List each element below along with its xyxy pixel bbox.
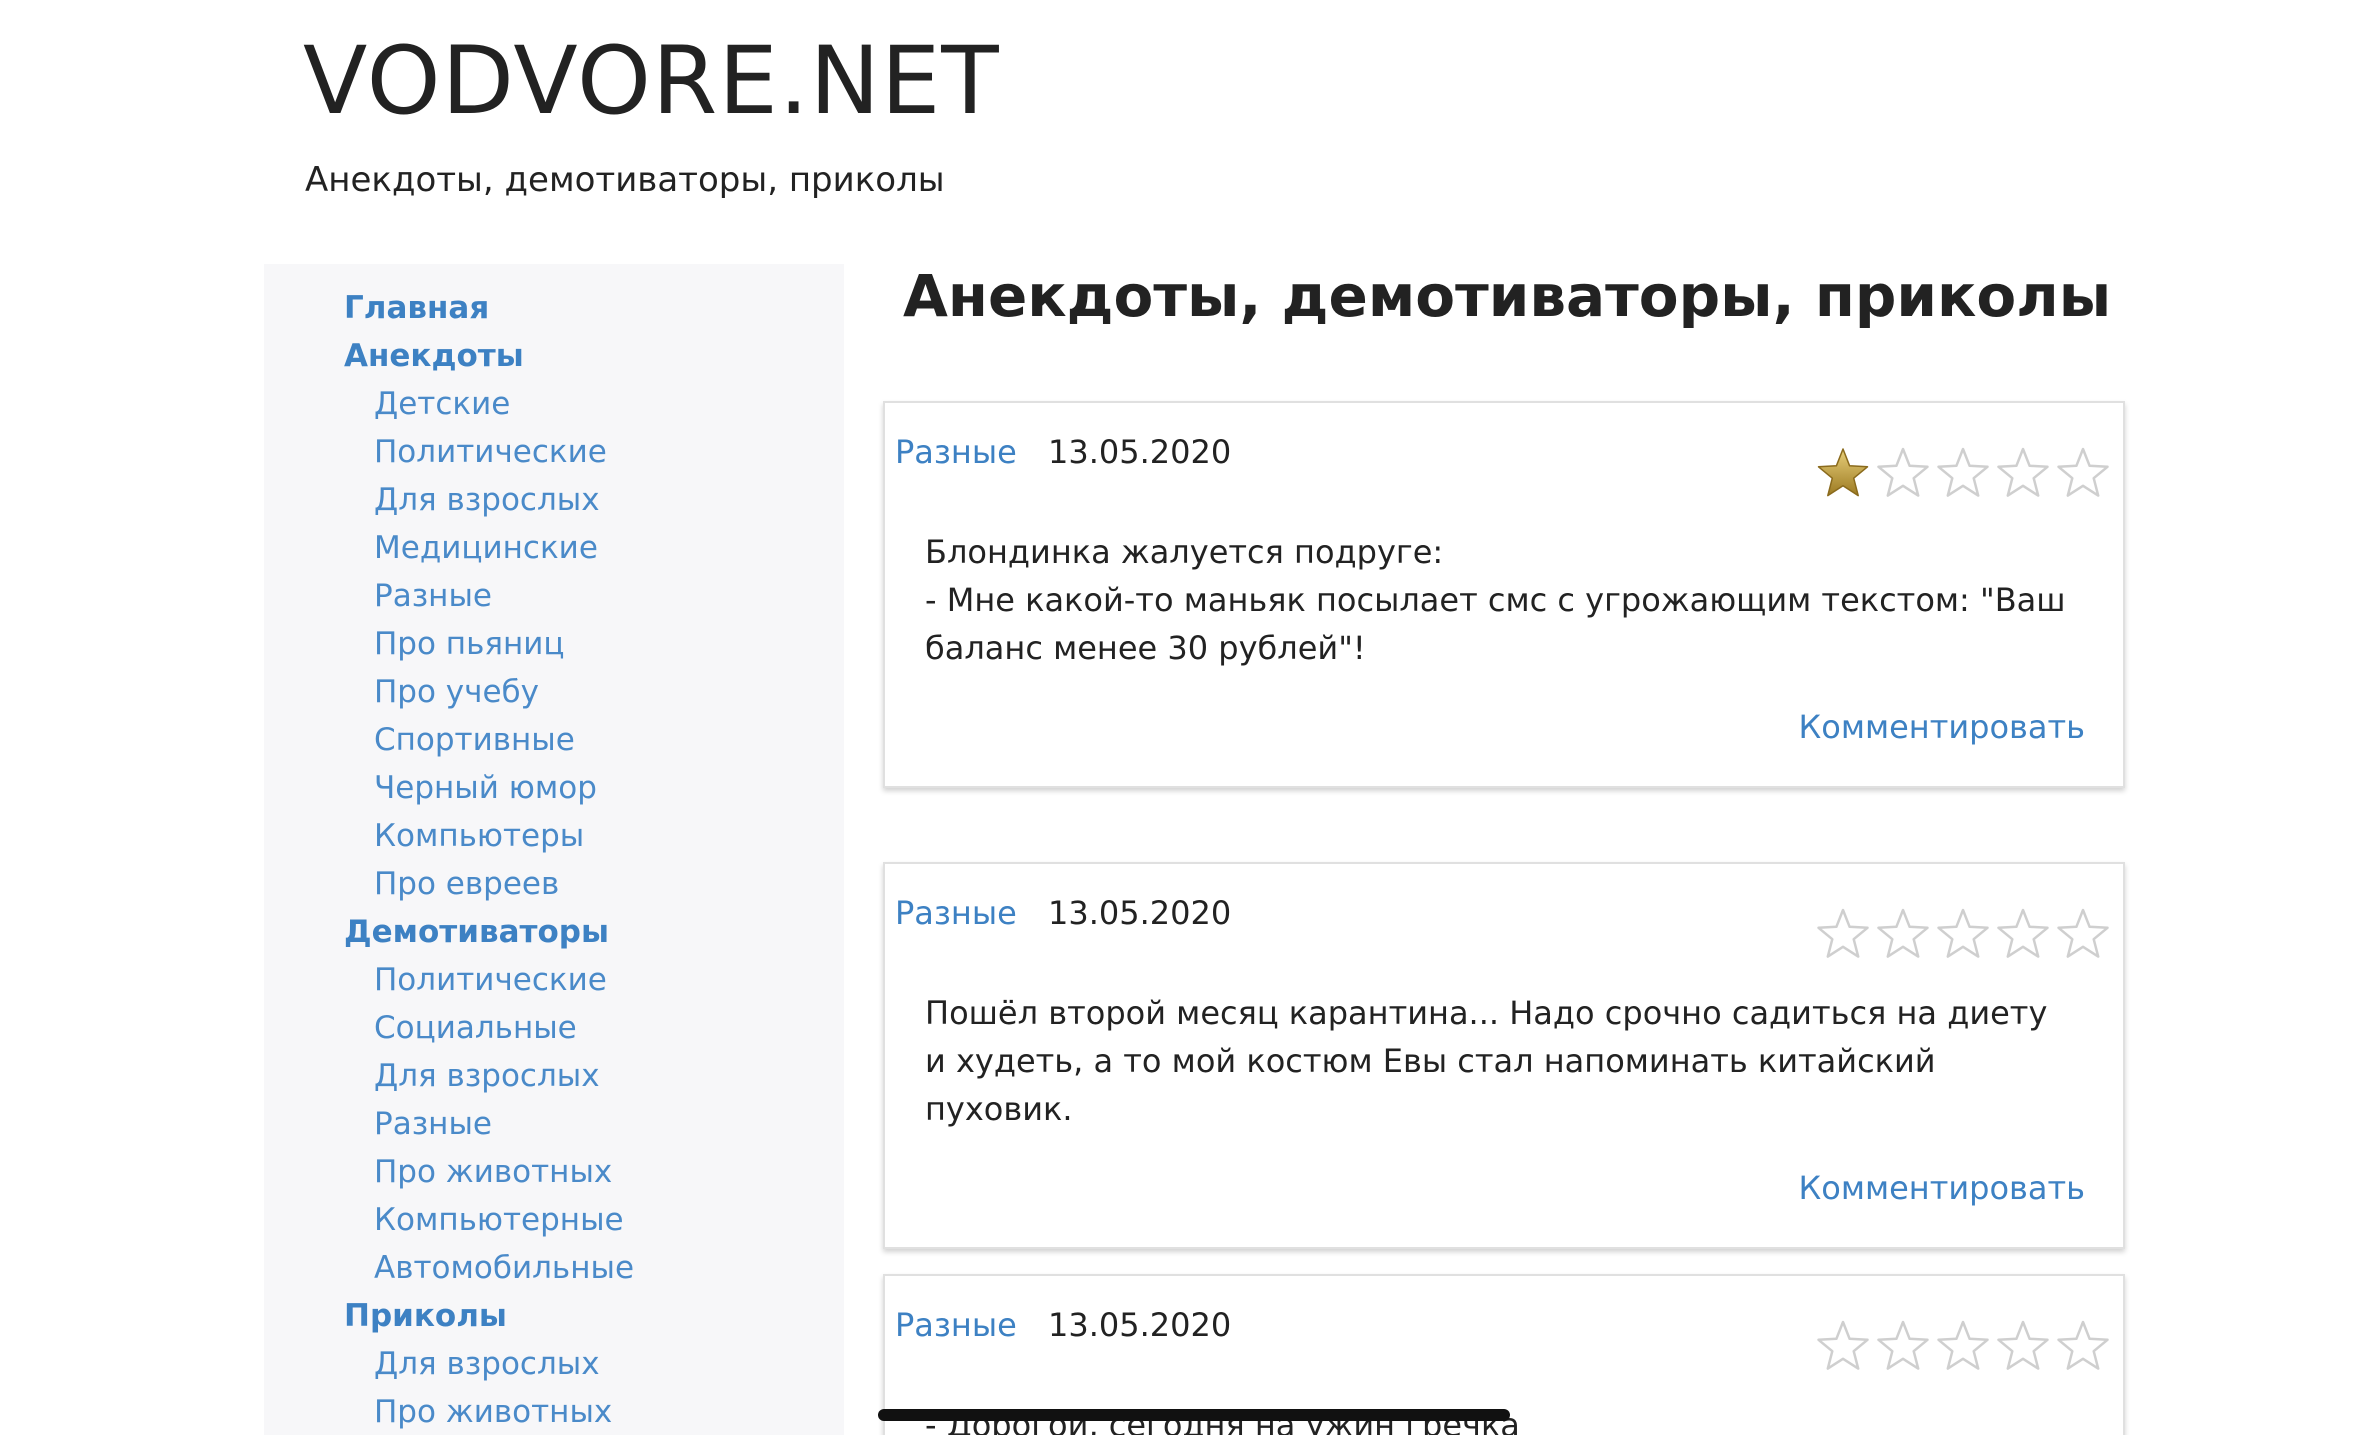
post-date: 13.05.2020 [1048, 1306, 1232, 1344]
comment-link[interactable]: Комментировать [1799, 1169, 2085, 1207]
post-date: 13.05.2020 [1048, 433, 1232, 471]
post-text-line: Блондинка жалуется подруге: [925, 533, 1444, 571]
comment-link[interactable]: Комментировать [1799, 708, 2085, 746]
sidebar-item-link[interactable]: Про пьяниц [264, 620, 844, 668]
post-text-line: - Мне какой-то маньяк посылает смс с угр… [925, 581, 2066, 667]
star-rating[interactable] [1815, 1318, 2111, 1374]
sidebar-section-link[interactable]: Главная [264, 284, 844, 332]
post-header: Разные 13.05.2020 [885, 864, 2123, 989]
post-card: Разные 13.05.2020 Блондинка жалуется под… [883, 401, 2125, 788]
star-empty-icon[interactable] [1995, 445, 2051, 501]
sidebar-item-link[interactable]: Социальные [264, 1004, 844, 1052]
star-empty-icon[interactable] [2055, 1318, 2111, 1374]
sidebar-item-link[interactable]: Разные [264, 1100, 844, 1148]
sidebar-nav: Главная Анекдоты Детские Политические Для вз… [264, 264, 844, 1435]
post-text: Блондинка жалуется подруге: - Мне какой-… [885, 528, 2123, 672]
sidebar-item-link[interactable]: Для взрослых [264, 476, 844, 524]
sidebar-item-link[interactable]: Спортивные [264, 716, 844, 764]
post-footer: Комментировать [885, 1133, 2123, 1247]
star-empty-icon[interactable] [2055, 906, 2111, 962]
post-card: Разные 13.05.2020 Пошёл второй месяц кар… [883, 862, 2125, 1249]
post-header: Разные 13.05.2020 [885, 1276, 2123, 1401]
post-category-link[interactable]: Разные [895, 894, 1017, 932]
sidebar-item-link[interactable]: Автомобильные [264, 1244, 844, 1292]
site-title[interactable]: VODVORE.NET [303, 30, 1000, 134]
star-empty-icon[interactable] [1875, 445, 1931, 501]
post-text: Пошёл второй месяц карантина... Надо сро… [885, 989, 2123, 1133]
sidebar-item-link[interactable]: Политические [264, 956, 844, 1004]
star-empty-icon[interactable] [1935, 445, 1991, 501]
sidebar-section-link[interactable]: Приколы [264, 1292, 844, 1340]
sidebar-item-link[interactable]: Разные [264, 572, 844, 620]
sidebar-item-link[interactable]: Для взрослых [264, 1340, 844, 1388]
star-empty-icon[interactable] [1815, 906, 1871, 962]
star-filled-icon[interactable] [1815, 445, 1871, 501]
star-rating[interactable] [1815, 906, 2111, 962]
sidebar: Главная Анекдоты Детские Политические Для вз… [264, 264, 844, 1435]
star-empty-icon[interactable] [1815, 1318, 1871, 1374]
star-empty-icon[interactable] [1995, 1318, 2051, 1374]
sidebar-section-link[interactable]: Демотиваторы [264, 908, 844, 956]
page: VODVORE.NET Анекдоты, демотиваторы, прик… [0, 0, 2366, 1435]
star-empty-icon[interactable] [1935, 1318, 1991, 1374]
page-title: Анекдоты, демотиваторы, приколы [903, 262, 2112, 330]
sidebar-item-link[interactable]: Про животных [264, 1148, 844, 1196]
sidebar-item-link[interactable]: Политические [264, 428, 844, 476]
sidebar-item-link[interactable]: Про животных [264, 1388, 844, 1435]
post-header: Разные 13.05.2020 [885, 403, 2123, 528]
post-category-link[interactable]: Разные [895, 1306, 1017, 1344]
sidebar-item-link[interactable]: Черный юмор [264, 764, 844, 812]
sidebar-item-link[interactable]: Детские [264, 380, 844, 428]
post-category-link[interactable]: Разные [895, 433, 1017, 471]
sidebar-item-link[interactable]: Компьютерные [264, 1196, 844, 1244]
sidebar-item-link[interactable]: Про учебу [264, 668, 844, 716]
sidebar-item-link[interactable]: Медицинские [264, 524, 844, 572]
sidebar-item-link[interactable]: Компьютеры [264, 812, 844, 860]
sidebar-section-link[interactable]: Анекдоты [264, 332, 844, 380]
star-empty-icon[interactable] [1935, 906, 1991, 962]
star-empty-icon[interactable] [1875, 1318, 1931, 1374]
post-text-line: Пошёл второй месяц карантина... Надо сро… [925, 994, 2048, 1128]
star-empty-icon[interactable] [2055, 445, 2111, 501]
post-footer: Комментировать [885, 672, 2123, 786]
sidebar-item-link[interactable]: Про евреев [264, 860, 844, 908]
star-empty-icon[interactable] [1875, 906, 1931, 962]
star-rating[interactable] [1815, 445, 2111, 501]
home-indicator-bar [878, 1409, 1510, 1421]
sidebar-item-link[interactable]: Для взрослых [264, 1052, 844, 1100]
star-empty-icon[interactable] [1995, 906, 2051, 962]
post-date: 13.05.2020 [1048, 894, 1232, 932]
site-subtitle: Анекдоты, демотиваторы, приколы [305, 160, 945, 200]
